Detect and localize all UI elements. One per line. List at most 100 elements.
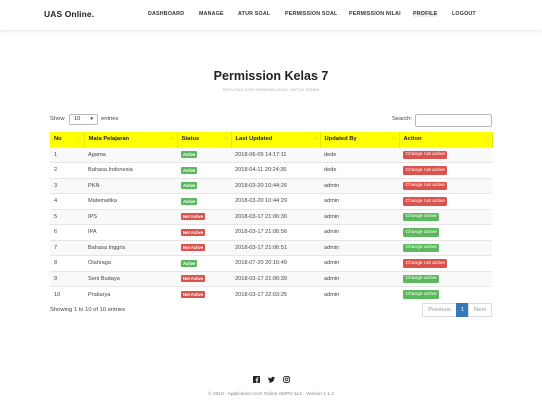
cell-action: Change not active xyxy=(399,177,492,194)
sort-icon: ↑↓ xyxy=(170,136,174,140)
table-row: 8 Olahraga Active 2018-07-20 20:16:49 admin C… xyxy=(50,255,492,271)
cell-subject: IPS xyxy=(84,208,177,225)
cell-no: 8 xyxy=(50,255,84,271)
change-active-button[interactable]: Change active xyxy=(403,212,440,221)
cell-status: Not Active xyxy=(177,239,231,256)
column-header-subject[interactable]: Mata Pelajaran ↑↓ xyxy=(84,132,178,147)
table-info: Showing 1 to 10 of 10 entries xyxy=(50,307,126,313)
status-badge: Active xyxy=(181,151,198,159)
cell-no: 9 xyxy=(50,270,84,287)
show-label: Show xyxy=(50,116,65,122)
pagination-previous[interactable]: Previous xyxy=(422,303,457,317)
change-active-button[interactable]: Change active xyxy=(403,290,440,299)
status-badge: Not Active xyxy=(181,291,206,298)
facebook-icon[interactable] xyxy=(253,376,260,385)
cell-updated-by: admin xyxy=(320,239,399,256)
cell-last-updated: 2018-03-17 21:06:30 xyxy=(231,208,320,225)
cell-status: Not Active xyxy=(177,270,231,287)
table-row: 1 Agama Active 2018-06-05 14:17:11 dede Chang… xyxy=(50,146,492,163)
sort-icon: ↑↓ xyxy=(392,136,396,140)
instagram-icon[interactable] xyxy=(283,376,290,385)
cell-updated-by: admin xyxy=(320,208,399,225)
table-row: 7 Bahasa Inggris Not Active 2018-03-17 21:0… xyxy=(50,239,492,256)
cell-last-updated: 2018-03-20 10:44:29 xyxy=(231,193,320,209)
nav-permission-nilai[interactable]: PERMISSION NILAI xyxy=(349,11,401,17)
status-badge: Active xyxy=(181,197,198,205)
cell-last-updated: 2018-06-05 14:17:11 xyxy=(231,146,320,163)
nav-permission-soal[interactable]: PERMISSION SOAL xyxy=(285,11,337,17)
cell-subject: Seni Budaya xyxy=(84,270,177,287)
change-not-active-button[interactable]: Change not active xyxy=(403,181,448,190)
cell-no: 3 xyxy=(50,177,84,194)
page-title: Permission Kelas 7 xyxy=(213,69,329,83)
table-row: 4 Matematika Active 2018-03-20 10:44:29 admi… xyxy=(50,193,492,209)
cell-action: Change not active xyxy=(399,255,492,271)
change-active-button[interactable]: Change active xyxy=(403,274,440,283)
column-header-status[interactable]: Status ↑↓ xyxy=(177,132,232,147)
cell-updated-by: admin xyxy=(320,224,399,240)
page-subtitle: SERVITAH UNR REHBURA SOAL UNTUK SISWA xyxy=(222,88,320,92)
table-row: 2 Bahasa Indonesia Active 2018-04-11 20:24:… xyxy=(50,162,492,178)
cell-updated-by: dede xyxy=(320,162,399,178)
entries-label: entries xyxy=(101,116,119,122)
column-header-updated-by[interactable]: Updated By ↑↓ xyxy=(320,132,400,147)
status-badge: Active xyxy=(181,259,198,267)
footer-copyright: © 2019 - Application UAS Online SMPN 113… xyxy=(208,392,334,397)
change-not-active-button[interactable]: Change not active xyxy=(403,150,448,159)
cell-last-updated: 2018-04-11 20:24:36 xyxy=(231,162,320,178)
cell-action: Change active xyxy=(399,224,492,240)
change-active-button[interactable]: Change active xyxy=(403,243,440,252)
cell-action: Change active xyxy=(399,286,492,302)
change-not-active-button[interactable]: Change not active xyxy=(403,166,448,175)
status-badge: Not Active xyxy=(181,244,206,252)
cell-last-updated: 2018-03-17 21:06:56 xyxy=(231,224,320,240)
cell-no: 2 xyxy=(50,162,84,178)
cell-status: Active xyxy=(177,255,231,271)
cell-subject: Matematika xyxy=(84,193,177,209)
status-badge: Active xyxy=(181,182,198,190)
entries-select[interactable]: 10 ▼ xyxy=(69,114,98,125)
cell-status: Active xyxy=(177,162,231,178)
brand-logo[interactable]: UAS Online. xyxy=(44,9,94,19)
nav-profile[interactable]: PROFILE xyxy=(413,11,438,17)
cell-action: Change not active xyxy=(399,193,492,209)
status-badge: Not Active xyxy=(181,228,206,236)
change-not-active-button[interactable]: Change not active xyxy=(403,197,448,206)
pagination-next[interactable]: Next xyxy=(468,303,492,317)
cell-action: Change not active xyxy=(399,162,492,178)
cell-updated-by: admin xyxy=(320,177,399,194)
cell-subject: IPA xyxy=(84,224,177,240)
nav-dashboard[interactable]: DASHBOARD xyxy=(148,11,184,17)
cell-updated-by: dede xyxy=(320,146,399,163)
cell-no: 4 xyxy=(50,193,84,209)
cell-status: Active xyxy=(177,177,231,194)
cell-status: Active xyxy=(177,193,231,209)
status-badge: Not Active xyxy=(181,275,206,283)
cell-updated-by: admin xyxy=(320,286,399,302)
cell-action: Change active xyxy=(399,208,492,225)
cell-subject: PKN xyxy=(84,177,177,194)
cell-status: Active xyxy=(177,146,231,163)
cell-status: Not Active xyxy=(177,208,231,225)
nav-atur-soal[interactable]: ATUR SOAL xyxy=(238,11,270,17)
cell-status: Not Active xyxy=(177,286,231,302)
change-active-button[interactable]: Change active xyxy=(403,228,440,237)
sort-icon: ↑↓ xyxy=(485,136,489,140)
column-header-no[interactable]: No ↑↓ xyxy=(50,132,85,147)
cell-subject: Prakarya xyxy=(84,286,177,302)
column-header-action[interactable]: Action ↑↓ xyxy=(399,132,493,147)
change-not-active-button[interactable]: Change not active xyxy=(403,259,448,268)
search-input[interactable] xyxy=(415,114,492,127)
search-label: Search: xyxy=(392,116,412,122)
column-header-last-updated[interactable]: Last Updated ↑↓ xyxy=(231,132,321,147)
cell-no: 5 xyxy=(50,208,84,225)
cell-last-updated: 2018-07-20 20:16:49 xyxy=(231,255,320,271)
twitter-icon[interactable] xyxy=(268,376,275,385)
cell-action: Change not active xyxy=(399,146,492,163)
nav-logout[interactable]: LOGOUT xyxy=(452,11,476,17)
nav-manage[interactable]: MANAGE xyxy=(199,11,224,17)
cell-no: 6 xyxy=(50,224,84,240)
cell-status: Not Active xyxy=(177,224,231,240)
cell-last-updated: 2018-03-17 21:06:39 xyxy=(231,270,320,287)
cell-last-updated: 2018-03-17 22:03:25 xyxy=(231,286,320,302)
